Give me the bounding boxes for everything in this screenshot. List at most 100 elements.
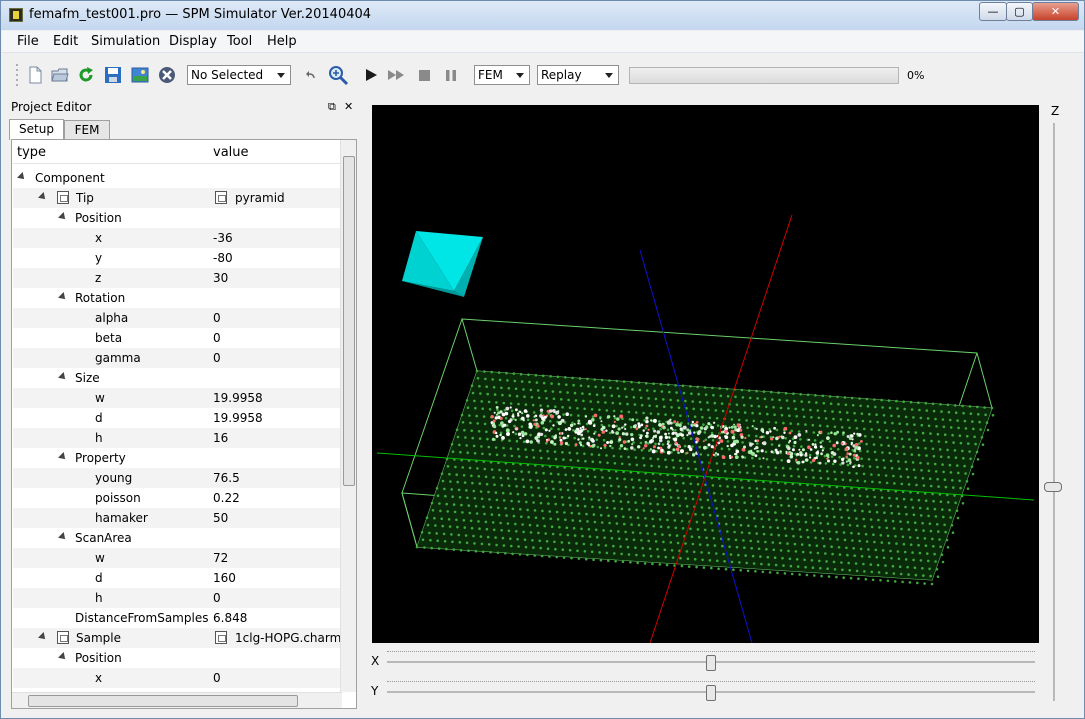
menu-help[interactable]: Help <box>267 34 297 49</box>
tree-row-value[interactable]: 72 <box>213 551 341 565</box>
cancel-icon[interactable] <box>158 66 176 84</box>
tree-row-value[interactable]: 0 <box>213 591 341 605</box>
tree-row-value[interactable]: 0 <box>213 331 341 345</box>
fast-forward-icon[interactable] <box>387 66 405 84</box>
expand-arrow-icon[interactable] <box>58 452 68 462</box>
expand-arrow-icon[interactable] <box>58 212 68 222</box>
minimize-button[interactable]: — <box>979 2 1007 21</box>
tree-row-value[interactable]: 160 <box>213 571 341 585</box>
tree-row[interactable]: Position <box>13 648 341 668</box>
maximize-button[interactable]: ▢ <box>1006 2 1033 21</box>
tree-row-value[interactable]: 50 <box>213 511 341 525</box>
tree-row-value[interactable]: 0.22 <box>213 491 341 505</box>
tree-row[interactable]: Sample 1clg-HOPG.charm <box>13 628 341 648</box>
tree-row[interactable]: DistanceFromSamples 6.848 <box>13 608 341 628</box>
tree-row[interactable]: h 16 <box>13 428 341 448</box>
tree-row-value[interactable]: pyramid <box>235 191 341 205</box>
mode-combo[interactable]: FEM <box>474 65 530 85</box>
play-icon[interactable] <box>362 66 380 84</box>
tree-row[interactable]: y -80 <box>13 248 341 268</box>
menu-edit[interactable]: Edit <box>53 34 78 49</box>
tree-row-value[interactable]: 0 <box>213 351 341 365</box>
tree-row-value[interactable]: 19.9958 <box>213 411 341 425</box>
vertical-scroll-thumb[interactable] <box>343 156 355 486</box>
tree-row[interactable]: Component <box>13 168 341 188</box>
expand-arrow-icon[interactable] <box>38 192 48 202</box>
tree-row[interactable]: Rotation <box>13 288 341 308</box>
menu-file[interactable]: File <box>17 34 39 49</box>
save-icon[interactable] <box>104 66 122 84</box>
tree-row[interactable]: x -36 <box>13 228 341 248</box>
tree-row[interactable]: d 19.9958 <box>13 408 341 428</box>
atom-dot <box>559 533 562 536</box>
expand-arrow-icon[interactable] <box>58 372 68 382</box>
menu-simulation[interactable]: Simulation <box>91 34 160 49</box>
y-slider-handle[interactable] <box>706 685 716 701</box>
tab-fem[interactable]: FEM <box>64 120 110 140</box>
tree-row-value[interactable]: 6.848 <box>213 611 341 625</box>
menu-display[interactable]: Display <box>169 34 217 49</box>
tree-row-value[interactable]: 19.9958 <box>213 391 341 405</box>
atom-dot <box>663 405 666 409</box>
z-slider-track[interactable] <box>1053 123 1055 701</box>
tree-row[interactable]: young 76.5 <box>13 468 341 488</box>
close-panel-button[interactable]: ✕ <box>344 100 353 113</box>
tab-setup[interactable]: Setup <box>9 119 64 140</box>
atom-dot <box>500 483 504 487</box>
atom-dot <box>832 417 835 421</box>
tree-row-value[interactable]: 30 <box>213 271 341 285</box>
tree-row[interactable]: beta 0 <box>13 328 341 348</box>
open-folder-icon[interactable] <box>51 66 69 84</box>
replay-combo[interactable]: Replay <box>537 65 619 85</box>
x-slider-handle[interactable] <box>706 655 716 671</box>
atom-dot <box>587 482 591 486</box>
3d-viewport[interactable] <box>372 105 1039 643</box>
expand-arrow-icon[interactable] <box>58 532 68 542</box>
expand-arrow-icon[interactable] <box>58 292 68 302</box>
close-button[interactable]: ✕ <box>1032 2 1079 21</box>
stop-icon[interactable] <box>415 66 433 84</box>
expand-arrow-icon[interactable] <box>38 632 48 642</box>
atom-dot <box>868 510 871 513</box>
new-file-icon[interactable] <box>26 66 44 84</box>
tree-row[interactable]: w 19.9958 <box>13 388 341 408</box>
float-panel-button[interactable]: ⧉ <box>328 100 336 114</box>
tree-row-value[interactable]: 76.5 <box>213 471 341 485</box>
image-icon[interactable] <box>131 66 149 84</box>
tree-row[interactable]: x0 <box>13 668 341 688</box>
pause-icon[interactable] <box>442 66 460 84</box>
tree-row[interactable]: z 30 <box>13 268 341 288</box>
tree-row[interactable]: hamaker 50 <box>13 508 341 528</box>
tree-row[interactable]: Tip pyramid <box>13 188 341 208</box>
horizontal-scrollbar[interactable] <box>12 692 342 708</box>
undo-icon[interactable] <box>305 66 317 84</box>
selection-combo[interactable]: No Selected <box>187 65 291 85</box>
tree-row-value[interactable]: 16 <box>213 431 341 445</box>
vertical-scrollbar[interactable] <box>340 140 356 692</box>
tree-row[interactable]: Property <box>13 448 341 468</box>
expand-arrow-icon[interactable] <box>17 172 27 182</box>
tree-row[interactable]: gamma 0 <box>13 348 341 368</box>
tree-row[interactable]: d 160 <box>13 568 341 588</box>
expand-arrow-icon[interactable] <box>58 652 68 662</box>
z-slider-handle[interactable] <box>1044 482 1062 492</box>
zoom-in-icon[interactable] <box>327 64 349 86</box>
tree-row-value[interactable]: 0 <box>213 311 341 325</box>
tree-row[interactable]: Position <box>13 208 341 228</box>
tree-row[interactable]: poisson 0.22 <box>13 488 341 508</box>
reload-icon[interactable] <box>77 66 95 84</box>
tree-row[interactable]: alpha 0 <box>13 308 341 328</box>
column-header-type[interactable]: type <box>17 145 46 160</box>
atom-dot <box>579 474 582 478</box>
tree-row-value[interactable]: 1clg-HOPG.charm <box>235 631 341 645</box>
horizontal-scroll-thumb[interactable] <box>28 695 298 707</box>
menu-tool[interactable]: Tool <box>227 34 252 49</box>
tree-row-value[interactable]: -36 <box>213 231 341 245</box>
tree-row-value[interactable]: -80 <box>213 251 341 265</box>
tree-row[interactable]: w 72 <box>13 548 341 568</box>
tree-row-value[interactable]: 0 <box>213 671 341 685</box>
tree-row[interactable]: ScanArea <box>13 528 341 548</box>
tree-row[interactable]: h0 <box>13 588 341 608</box>
column-header-value[interactable]: value <box>213 145 249 160</box>
tree-row[interactable]: Size <box>13 368 341 388</box>
